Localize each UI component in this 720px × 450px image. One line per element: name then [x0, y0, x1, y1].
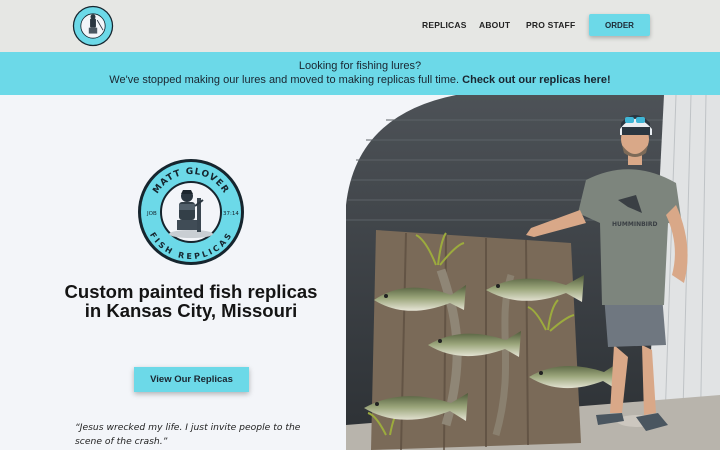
- banner-line-2: We've stopped making our lures and moved…: [0, 73, 720, 87]
- order-button[interactable]: ORDER: [589, 14, 650, 36]
- banner-line-1: Looking for fishing lures?: [298, 60, 422, 72]
- announcement-banner: Looking for fishing lures? We've stopped…: [0, 52, 720, 95]
- hero-quote: “Jesus wrecked my life. I just invite pe…: [75, 422, 301, 447]
- nav-pro-staff[interactable]: PRO STAFF: [526, 20, 575, 30]
- badge-left-text: JOB: [146, 211, 157, 217]
- nav-about[interactable]: ABOUT: [479, 20, 510, 30]
- site-logo-icon[interactable]: [72, 5, 114, 47]
- site-header: REPLICAS ABOUT PRO STAFF ORDER: [0, 0, 720, 52]
- shirt-brand-text: HUMMINBIRD: [612, 221, 658, 228]
- replicas-link[interactable]: Check out our replicas here!: [462, 74, 611, 86]
- view-replicas-button[interactable]: View Our Replicas: [134, 367, 249, 392]
- brand-badge-icon: MATT GLOVER FISH REPLICAS JOB 37:14: [138, 159, 244, 265]
- badge-right-text: 37:14: [223, 211, 239, 217]
- nav-replicas[interactable]: REPLICAS: [422, 20, 467, 30]
- hero-title: Custom painted fish replicas in Kansas C…: [64, 281, 318, 321]
- hero-photo: HUMMINBIRD: [346, 95, 720, 450]
- banner-text: We've stopped making our lures and moved…: [109, 74, 460, 86]
